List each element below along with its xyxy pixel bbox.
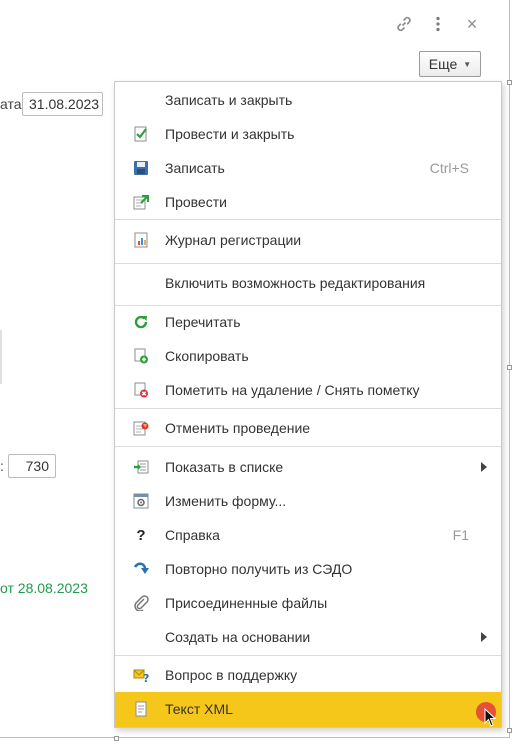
menu-item-label: Включить возможность редактирования xyxy=(165,275,426,291)
unpost-icon xyxy=(133,420,149,436)
edit-form-icon xyxy=(133,493,149,509)
submenu-arrow-icon xyxy=(481,632,487,642)
menu-separator xyxy=(115,263,501,264)
menu-item-label: Скопировать xyxy=(165,348,249,364)
paperclip-icon xyxy=(133,595,149,611)
menu-item-label: Присоединенные файлы xyxy=(165,595,328,611)
menu-item-label: Пометить на удаление / Снять пометку xyxy=(165,382,420,398)
delete-mark-icon xyxy=(133,382,149,398)
menu-separator xyxy=(115,219,501,220)
resize-handle[interactable] xyxy=(507,80,512,85)
menu-item-post-close[interactable]: Провести и закрыть xyxy=(115,117,501,151)
menu-item-label: Создать на основании xyxy=(165,629,311,645)
menu-item-label: Показать в списке xyxy=(165,459,284,475)
more-button-label: Еще xyxy=(428,56,458,72)
menu-item-copy[interactable]: Скопировать xyxy=(115,339,501,373)
menu-item-label: Повторно получить из СЭДО xyxy=(165,561,353,577)
menu-item-label: Провести xyxy=(165,194,227,210)
chevron-down-icon: ▼ xyxy=(463,59,472,69)
document-link[interactable]: от 28.08.2023 xyxy=(0,580,88,596)
menu-item-label: Изменить форму... xyxy=(165,493,287,509)
menu-item-label: Отменить проведение xyxy=(165,420,311,436)
resize-handle[interactable] xyxy=(507,365,512,370)
menu-item-label: Вопрос в поддержку xyxy=(165,667,298,683)
menu-separator xyxy=(115,446,501,447)
menu-item-create-based-on[interactable]: Создать на основании xyxy=(115,620,501,654)
date-field[interactable]: 31.08.2023 xyxy=(22,92,103,116)
number-value: 730 xyxy=(25,458,49,474)
menu-item-save[interactable]: Записать Ctrl+S xyxy=(115,151,501,185)
date-value: 31.08.2023 xyxy=(29,96,100,112)
menu-item-unpost[interactable]: Отменить проведение xyxy=(115,411,501,445)
reload-arrow-icon xyxy=(133,561,149,577)
menu-item-label: Перечитать xyxy=(165,314,241,330)
shortcut-label: Ctrl+S xyxy=(429,160,469,176)
menu-separator xyxy=(115,655,501,656)
menu-item-support-question[interactable]: ? Вопрос в поддержку xyxy=(115,658,501,692)
journal-icon xyxy=(133,232,149,248)
menu-item-help[interactable]: ? Справка F1 xyxy=(115,518,501,552)
menu-item-attached-files[interactable]: Присоединенные файлы xyxy=(115,586,501,620)
menu-item-label: Записать и закрыть xyxy=(165,92,293,108)
xml-text-icon xyxy=(133,701,149,717)
copy-icon xyxy=(133,348,149,364)
menu-item-enable-edit[interactable]: Включить возможность редактирования xyxy=(115,266,501,300)
more-menu: Записать и закрыть Провести и закрыть За… xyxy=(114,81,502,728)
help-icon: ? xyxy=(136,526,146,544)
mouse-pointer-icon xyxy=(484,707,497,731)
refresh-icon xyxy=(133,314,149,330)
menu-item-xml-text[interactable]: Текст XML xyxy=(115,692,501,727)
menu-item-save-close[interactable]: Записать и закрыть xyxy=(115,83,501,117)
post-icon xyxy=(133,194,149,210)
vertical-dots-icon[interactable] xyxy=(426,12,450,36)
menu-item-journal[interactable]: Журнал регистрации xyxy=(115,223,501,257)
show-in-list-icon xyxy=(133,459,149,475)
shortcut-label: F1 xyxy=(452,527,469,543)
number-field[interactable]: 730 xyxy=(8,454,56,478)
svg-text:?: ? xyxy=(143,672,149,683)
save-icon xyxy=(133,160,149,176)
menu-item-label: Справка xyxy=(165,527,220,543)
menu-item-edit-form[interactable]: Изменить форму... xyxy=(115,484,501,518)
link-icon[interactable] xyxy=(392,12,416,36)
resize-handle[interactable] xyxy=(507,728,512,733)
menu-item-show-in-list[interactable]: Показать в списке xyxy=(115,450,501,484)
more-button[interactable]: Еще ▼ xyxy=(419,51,481,77)
menu-item-label: Журнал регистрации xyxy=(165,232,302,248)
menu-item-label: Провести и закрыть xyxy=(165,126,295,142)
number-label: : xyxy=(0,458,4,474)
menu-item-post[interactable]: Провести xyxy=(115,185,501,219)
support-question-icon: ? xyxy=(133,667,149,683)
menu-item-mark-delete[interactable]: Пометить на удаление / Снять пометку xyxy=(115,373,501,407)
post-close-icon xyxy=(133,126,149,142)
close-icon[interactable]: × xyxy=(460,12,484,36)
menu-item-label: Текст XML xyxy=(165,701,233,717)
menu-separator xyxy=(115,408,501,409)
resize-handle[interactable] xyxy=(114,736,119,741)
menu-item-reload-sedo[interactable]: Повторно получить из СЭДО xyxy=(115,552,501,586)
divider xyxy=(0,330,2,384)
menu-item-label: Записать xyxy=(165,160,225,176)
menu-item-reread[interactable]: Перечитать xyxy=(115,305,501,339)
submenu-arrow-icon xyxy=(481,462,487,472)
